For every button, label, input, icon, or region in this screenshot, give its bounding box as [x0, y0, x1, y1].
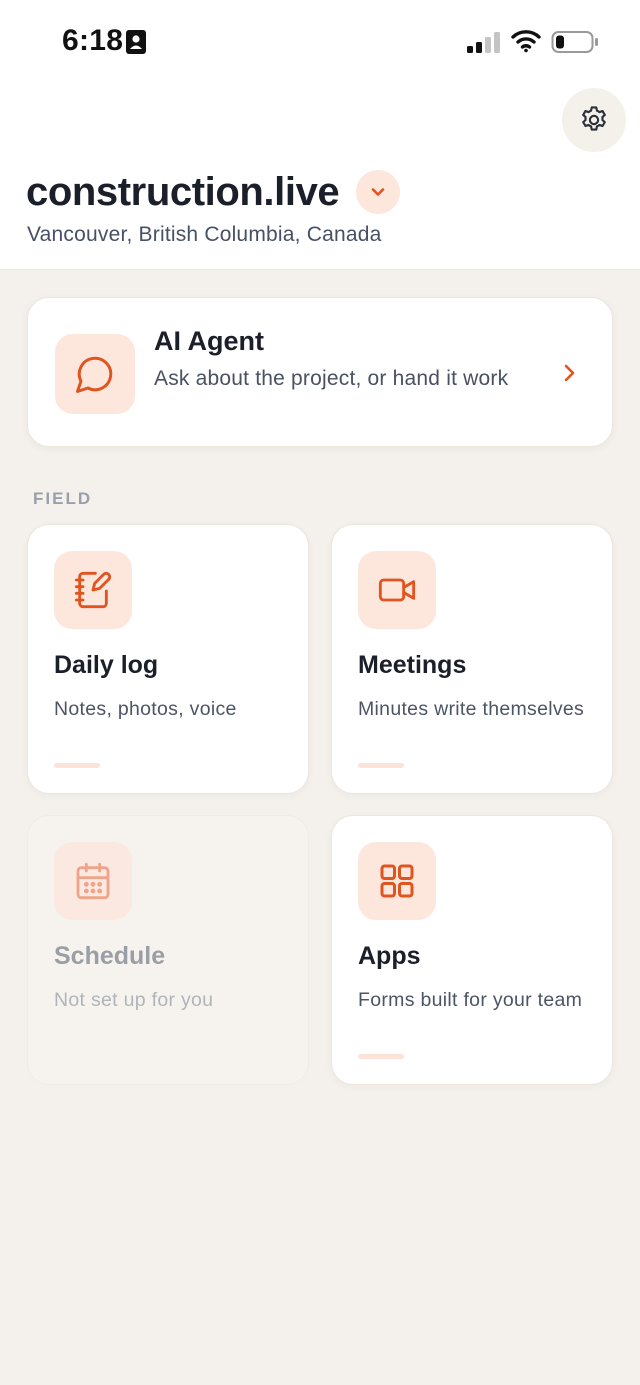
- project-switcher-button[interactable]: [356, 170, 400, 214]
- battery-icon: [551, 31, 598, 53]
- tile-accent-bar: [54, 763, 100, 768]
- project-title: construction.live: [26, 170, 340, 214]
- tile-accent-bar: [358, 1054, 404, 1059]
- tile-apps[interactable]: Apps Forms built for your team: [331, 815, 613, 1085]
- tile-meetings[interactable]: Meetings Minutes write themselves: [331, 524, 613, 794]
- chevron-right-icon: [564, 364, 575, 382]
- chat-bubble-icon: [76, 356, 113, 393]
- tile-title: Daily log: [54, 651, 159, 679]
- tile-title: Apps: [358, 942, 421, 970]
- tile-icon-container: [54, 842, 132, 920]
- ai-agent-card[interactable]: AI Agent Ask about the project, or hand …: [27, 297, 613, 447]
- tile-accent-bar: [358, 763, 404, 768]
- status-time: 6:18: [62, 24, 124, 57]
- section-label-field: FIELD: [33, 489, 93, 508]
- video-camera-icon: [378, 578, 416, 602]
- tile-schedule: Schedule Not set up for you: [27, 815, 309, 1085]
- agent-icon-tile: [55, 334, 135, 414]
- tile-icon-container: [358, 551, 436, 629]
- tile-icon-container: [358, 842, 436, 920]
- status-bar: 6:18: [0, 0, 640, 84]
- id-card-icon: [126, 30, 146, 54]
- chevron-down-icon: [371, 188, 385, 196]
- tile-title: Meetings: [358, 651, 467, 679]
- settings-button[interactable]: [562, 88, 626, 152]
- grid-icon: [380, 864, 414, 898]
- tile-description: Forms built for your team: [358, 989, 583, 1011]
- agent-description: Ask about the project, or hand it work: [154, 367, 509, 390]
- tile-icon-container: [54, 551, 132, 629]
- tile-daily-log[interactable]: Daily log Notes, photos, voice: [27, 524, 309, 794]
- project-location: Vancouver, British Columbia, Canada: [27, 223, 382, 246]
- agent-title: AI Agent: [154, 326, 264, 356]
- tile-description: Not set up for you: [54, 989, 214, 1011]
- tile-description: Minutes write themselves: [358, 698, 585, 720]
- wifi-icon: [511, 30, 541, 53]
- header-area: 6:18 construction.live Vancouver, Britis…: [0, 0, 640, 270]
- notebook-pencil-icon: [74, 571, 112, 609]
- calendar-icon: [76, 862, 110, 900]
- app-screen: 6:18 construction.live Vancouver, Britis…: [0, 0, 640, 1385]
- tile-title: Schedule: [54, 942, 166, 970]
- cellular-signal-icon: [467, 32, 500, 53]
- gear-icon: [582, 106, 606, 131]
- tile-description: Notes, photos, voice: [54, 698, 237, 720]
